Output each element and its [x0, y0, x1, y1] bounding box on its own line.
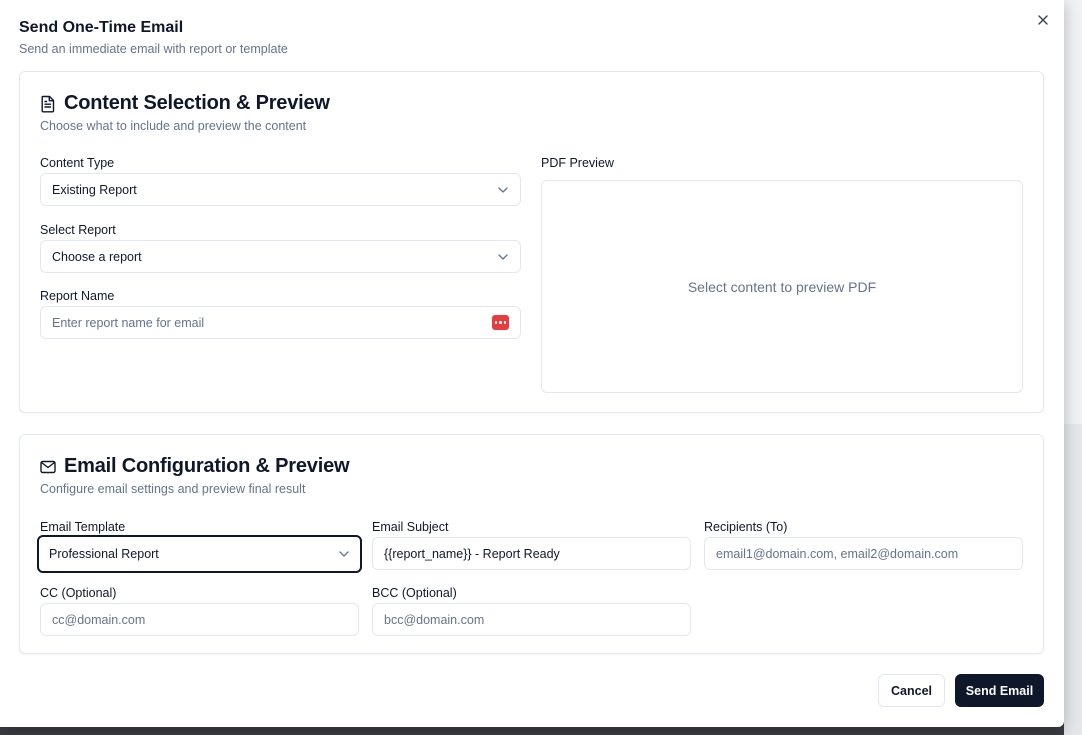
bcc-label: BCC (Optional)	[372, 586, 457, 600]
page-backdrop	[1064, 0, 1082, 735]
file-text-icon	[41, 95, 55, 112]
recipients-input[interactable]: email1@domain.com, email2@domain.com	[704, 537, 1023, 570]
email-template-label: Email Template	[40, 520, 126, 534]
email-template-select[interactable]: Professional Report	[37, 535, 362, 573]
email-section-header: Email Configuration & Preview	[40, 455, 350, 478]
send-email-dialog: Send One-Time Email Send an immediate em…	[0, 0, 1064, 727]
dialog-description: Send an immediate email with report or t…	[19, 42, 288, 56]
select-report-label: Select Report	[40, 223, 116, 237]
content-section-title: Content Selection & Preview	[64, 92, 330, 114]
content-section-header: Content Selection & Preview	[40, 92, 330, 115]
email-configuration-card: Email Configuration & Preview Configure …	[19, 434, 1044, 654]
cancel-button[interactable]: Cancel	[878, 674, 945, 707]
chevron-down-icon	[497, 251, 509, 263]
pdf-preview-panel: Select content to preview PDF	[541, 180, 1023, 393]
chevron-down-icon	[497, 184, 509, 196]
bcc-input[interactable]: bcc@domain.com	[372, 603, 691, 636]
select-report-value: Choose a report	[52, 249, 142, 264]
email-section-title: Email Configuration & Preview	[64, 455, 350, 477]
report-name-placeholder: Enter report name for email	[52, 315, 205, 330]
pdf-preview-label: PDF Preview	[541, 156, 614, 170]
cc-placeholder: cc@domain.com	[52, 612, 146, 627]
email-template-value: Professional Report	[49, 547, 159, 561]
cc-input[interactable]: cc@domain.com	[40, 603, 359, 636]
mail-icon	[40, 460, 56, 473]
pdf-preview-message: Select content to preview PDF	[687, 278, 877, 295]
close-icon	[1038, 15, 1048, 25]
content-type-label: Content Type	[40, 156, 115, 170]
email-section-subtitle: Configure email settings and preview fin…	[40, 482, 306, 496]
content-type-select[interactable]: Existing Report	[40, 173, 521, 206]
email-subject-label: Email Subject	[372, 520, 449, 534]
content-section-subtitle: Choose what to include and preview the c…	[40, 119, 307, 133]
close-button[interactable]	[1034, 11, 1052, 29]
select-report-select[interactable]: Choose a report	[40, 240, 521, 273]
cc-label: CC (Optional)	[40, 586, 117, 600]
content-type-value: Existing Report	[52, 182, 137, 197]
dialog-title: Send One-Time Email	[19, 19, 184, 36]
email-subject-input[interactable]: {{report_name}} - Report Ready	[372, 537, 691, 570]
report-name-input[interactable]: Enter report name for email	[40, 306, 521, 339]
email-subject-value: {{report_name}} - Report Ready	[384, 546, 560, 561]
recipients-label: Recipients (To)	[704, 520, 788, 534]
recipients-placeholder: email1@domain.com, email2@domain.com	[716, 546, 959, 561]
bcc-placeholder: bcc@domain.com	[384, 612, 485, 627]
content-selection-card: Content Selection & Preview Choose what …	[19, 71, 1044, 413]
report-name-label: Report Name	[40, 289, 115, 303]
chevron-down-icon	[338, 548, 350, 560]
password-manager-icon[interactable]	[492, 315, 509, 330]
send-email-button[interactable]: Send Email	[955, 674, 1044, 707]
